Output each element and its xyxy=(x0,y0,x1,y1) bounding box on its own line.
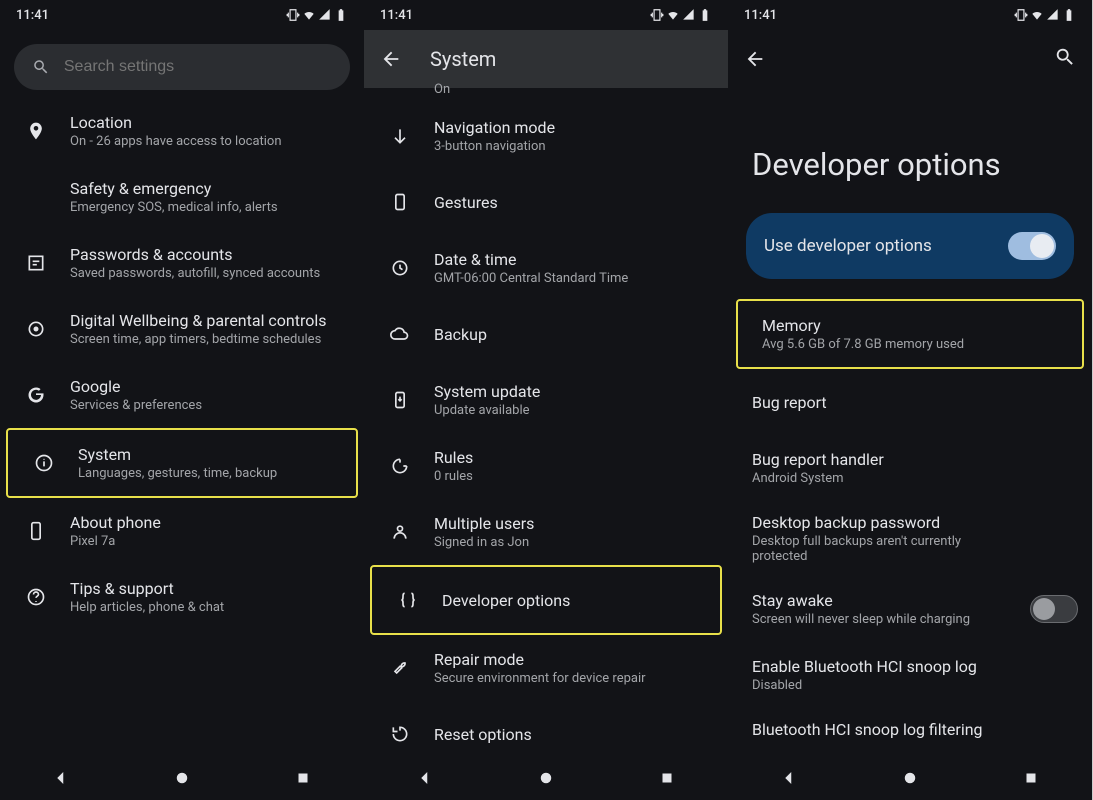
dev-item-stayawake[interactable]: Stay awakeScreen will never sleep while … xyxy=(728,576,1092,642)
use-dev-options-toggle[interactable]: Use developer options xyxy=(746,213,1074,279)
back-button[interactable] xyxy=(744,48,766,70)
scroll-hint-text: On xyxy=(364,82,728,97)
sys-item-multiusers[interactable]: Multiple usersSigned in as Jon xyxy=(364,499,728,565)
sys-item-repair[interactable]: Repair modeSecure environment for device… xyxy=(364,635,728,701)
sys-item-rules[interactable]: Rules0 rules xyxy=(364,433,728,499)
phone-panel-devoptions: 11:41 Developer options Use developer op… xyxy=(728,0,1092,800)
status-icons xyxy=(1014,8,1076,22)
clock: 11:41 xyxy=(380,8,413,23)
dev-options-list: MemoryAvg 5.6 GB of 7.8 GB memory used B… xyxy=(728,299,1092,760)
signal-icon xyxy=(1046,8,1060,22)
signal-icon xyxy=(318,8,332,22)
dev-item-desktopbackup[interactable]: Desktop backup passwordDesktop full back… xyxy=(728,501,1092,576)
braces-icon xyxy=(394,590,422,610)
location-icon xyxy=(22,121,50,141)
wifi-icon xyxy=(666,8,680,22)
vibrate-icon xyxy=(650,8,664,22)
settings-item-system[interactable]: SystemLanguages, gestures, time, backup xyxy=(8,430,356,496)
dev-item-memory[interactable]: MemoryAvg 5.6 GB of 7.8 GB memory used xyxy=(738,301,1082,367)
back-button[interactable] xyxy=(380,48,402,70)
app-bar: System xyxy=(364,30,728,88)
dev-item-bugreport[interactable]: Bug report xyxy=(728,369,1092,435)
phone-icon xyxy=(22,521,50,541)
clock: 11:41 xyxy=(16,8,49,23)
sys-item-navmode[interactable]: Navigation mode3-button navigation xyxy=(364,103,728,169)
item-title: Location xyxy=(70,113,350,132)
gesture-icon xyxy=(386,192,414,212)
battery-icon xyxy=(698,8,712,22)
rules-icon xyxy=(386,456,414,476)
sys-item-devoptions[interactable]: Developer options xyxy=(372,567,720,633)
repair-icon xyxy=(386,658,414,678)
search-settings[interactable] xyxy=(14,44,350,90)
settings-item-safety[interactable]: Safety & emergencyEmergency SOS, medical… xyxy=(0,164,364,230)
nav-home[interactable] xyxy=(537,769,555,791)
nav-recents[interactable] xyxy=(1022,769,1040,791)
help-icon xyxy=(22,587,50,607)
battery-icon xyxy=(334,8,348,22)
nav-back[interactable] xyxy=(416,769,434,791)
search-button[interactable] xyxy=(1054,46,1076,73)
toggle-label: Use developer options xyxy=(764,236,932,256)
asterisk-icon xyxy=(22,187,50,207)
update-icon xyxy=(386,390,414,410)
wifi-icon xyxy=(302,8,316,22)
cloud-icon xyxy=(386,324,414,344)
user-icon xyxy=(386,522,414,542)
nav-bar xyxy=(364,760,728,800)
status-bar: 11:41 xyxy=(364,0,728,30)
status-bar: 11:41 xyxy=(0,0,364,30)
sys-item-reset[interactable]: Reset options xyxy=(364,701,728,760)
wellbeing-icon xyxy=(22,319,50,339)
key-icon xyxy=(22,253,50,273)
settings-item-tips[interactable]: Tips & supportHelp articles, phone & cha… xyxy=(0,564,364,630)
dev-item-bughandler[interactable]: Bug report handlerAndroid System xyxy=(728,435,1092,501)
search-icon xyxy=(32,57,50,77)
swipe-icon xyxy=(386,126,414,146)
reset-icon xyxy=(386,724,414,744)
sys-item-gestures[interactable]: Gestures xyxy=(364,169,728,235)
google-icon xyxy=(22,385,50,405)
nav-home[interactable] xyxy=(173,769,191,791)
sys-item-backup[interactable]: Backup xyxy=(364,301,728,367)
stay-awake-switch[interactable] xyxy=(1030,595,1078,623)
sys-item-datetime[interactable]: Date & timeGMT-06:00 Central Standard Ti… xyxy=(364,235,728,301)
settings-list: Location On - 26 apps have access to loca… xyxy=(0,98,364,760)
wifi-icon xyxy=(1030,8,1044,22)
vibrate-icon xyxy=(286,8,300,22)
status-bar: 11:41 xyxy=(728,0,1092,30)
page-title: System xyxy=(430,47,712,71)
nav-back[interactable] xyxy=(780,769,798,791)
info-icon xyxy=(30,453,58,473)
dev-item-btfilter[interactable]: Bluetooth HCI snoop log filtering xyxy=(728,708,1092,739)
status-icons xyxy=(650,8,712,22)
settings-item-google[interactable]: GoogleServices & preferences xyxy=(0,362,364,428)
dev-item-btlog[interactable]: Enable Bluetooth HCI snoop logDisabled xyxy=(728,642,1092,708)
nav-back[interactable] xyxy=(52,769,70,791)
nav-recents[interactable] xyxy=(294,769,312,791)
item-sub: On - 26 apps have access to location xyxy=(70,134,330,149)
page-title: Developer options xyxy=(728,88,1092,213)
battery-icon xyxy=(1062,8,1076,22)
clock-icon xyxy=(386,258,414,278)
system-list: Navigation mode3-button navigation Gestu… xyxy=(364,103,728,760)
settings-item-about[interactable]: About phonePixel 7a xyxy=(0,498,364,564)
phone-panel-settings: 11:41 Location On - 26 apps have access t… xyxy=(0,0,364,800)
settings-item-location[interactable]: Location On - 26 apps have access to loca… xyxy=(0,98,364,164)
search-input[interactable] xyxy=(64,58,332,76)
settings-item-wellbeing[interactable]: Digital Wellbeing & parental controlsScr… xyxy=(0,296,364,362)
phone-panel-system: 11:41 System On Navigation mode3-button … xyxy=(364,0,728,800)
nav-bar xyxy=(0,760,364,800)
vibrate-icon xyxy=(1014,8,1028,22)
clock: 11:41 xyxy=(744,8,777,23)
settings-item-passwords[interactable]: Passwords & accountsSaved passwords, aut… xyxy=(0,230,364,296)
nav-home[interactable] xyxy=(901,769,919,791)
sys-item-update[interactable]: System updateUpdate available xyxy=(364,367,728,433)
nav-bar xyxy=(728,760,1092,800)
status-icons xyxy=(286,8,348,22)
toggle-switch[interactable] xyxy=(1008,232,1056,260)
nav-recents[interactable] xyxy=(658,769,676,791)
app-bar xyxy=(728,30,1092,88)
signal-icon xyxy=(682,8,696,22)
